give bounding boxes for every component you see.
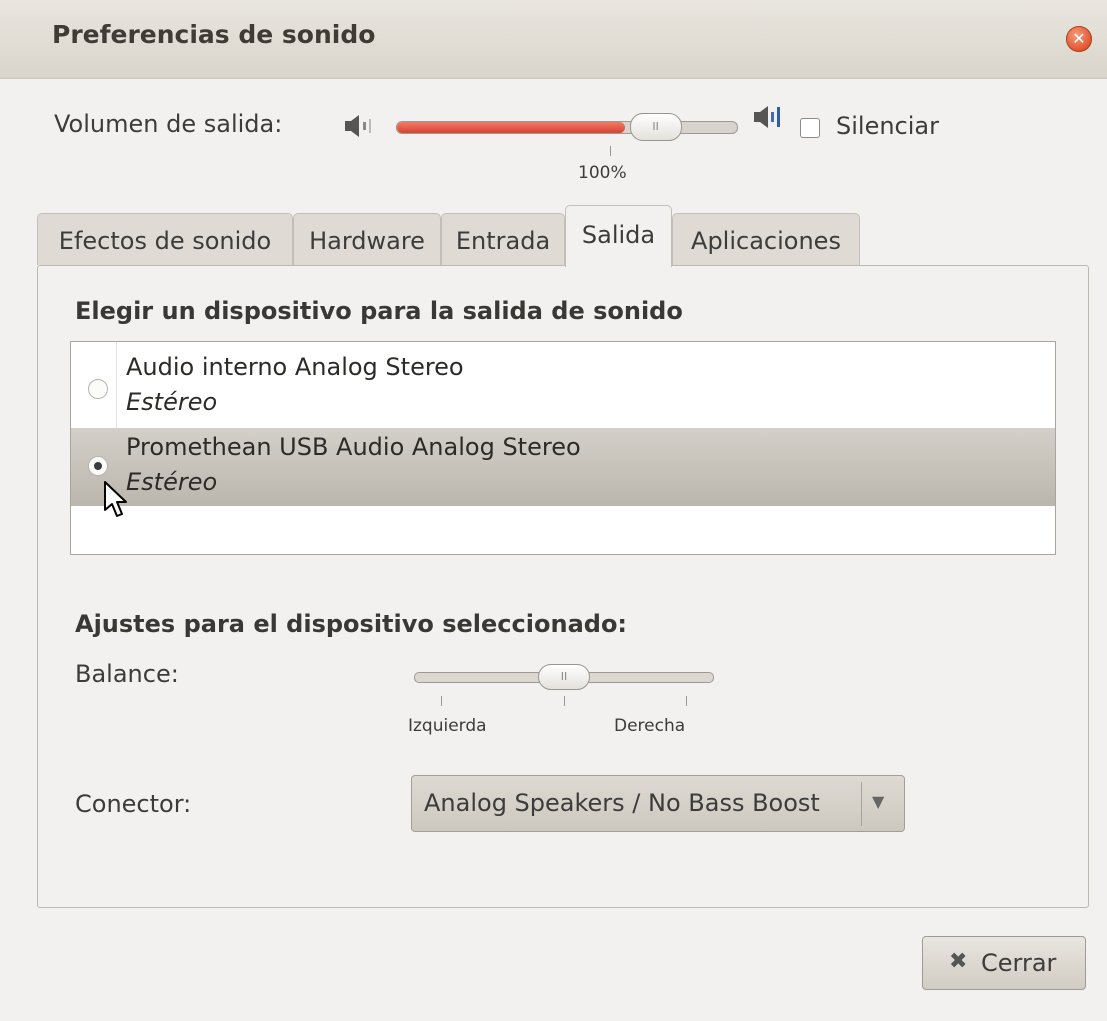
title-bar: Preferencias de sonido ✕	[0, 0, 1107, 79]
close-button[interactable]: ✖ Cerrar	[922, 936, 1086, 990]
device-profile: Estéreo	[126, 388, 218, 416]
volume-slider-fill	[397, 122, 625, 133]
device-radio-selected[interactable]	[88, 456, 108, 476]
tab-salida[interactable]: Salida	[565, 205, 672, 267]
volume-slider[interactable]	[396, 121, 738, 134]
volume-slider-handle[interactable]: II	[629, 113, 682, 141]
device-profile: Estéreo	[126, 468, 218, 496]
output-heading: Elegir un dispositivo para la salida de …	[75, 297, 683, 325]
device-list[interactable]: Audio interno Analog Stereo Estéreo Prom…	[70, 341, 1056, 555]
speaker-low-icon	[345, 115, 371, 137]
balance-right-label: Derecha	[614, 716, 686, 736]
chevron-down-icon[interactable]: ▼	[872, 792, 884, 811]
balance-center-tick	[564, 696, 565, 706]
window-title: Preferencias de sonido	[52, 20, 376, 49]
device-radio[interactable]	[88, 379, 108, 399]
speaker-high-icon	[754, 106, 780, 128]
combo-separator	[861, 782, 862, 826]
mouse-pointer-icon	[104, 481, 127, 517]
connector-select[interactable]: Analog Speakers / No Bass Boost ▼	[411, 775, 905, 832]
list-item-selected[interactable]: Promethean USB Audio Analog Stereo Estér…	[71, 428, 1055, 506]
balance-label: Balance:	[75, 660, 179, 688]
device-name: Audio interno Analog Stereo	[126, 353, 464, 381]
tab-aplicaciones[interactable]: Aplicaciones	[672, 213, 860, 265]
tab-entrada[interactable]: Entrada	[441, 213, 565, 265]
balance-slider-handle[interactable]: II	[538, 664, 590, 690]
connector-label: Conector:	[75, 790, 192, 818]
mute-checkbox[interactable]	[800, 118, 820, 138]
close-button-label: Cerrar	[981, 949, 1057, 977]
volume-mark-label: 100%	[578, 163, 627, 183]
close-icon: ✖	[949, 949, 968, 974]
balance-left-tick	[441, 696, 442, 706]
balance-right-tick	[686, 696, 687, 706]
balance-left-label: Izquierda	[408, 716, 487, 736]
settings-heading: Ajustes para el dispositivo seleccionado…	[75, 610, 628, 638]
device-name: Promethean USB Audio Analog Stereo	[126, 433, 581, 461]
window-close-icon[interactable]: ✕	[1066, 26, 1092, 52]
volume-label: Volumen de salida:	[54, 110, 283, 138]
list-item[interactable]: Audio interno Analog Stereo Estéreo	[71, 350, 1055, 428]
mute-label: Silenciar	[836, 112, 939, 140]
tab-efectos-de-sonido[interactable]: Efectos de sonido	[37, 213, 293, 265]
tab-hardware[interactable]: Hardware	[293, 213, 441, 265]
volume-100-tick	[610, 146, 611, 156]
connector-value: Analog Speakers / No Bass Boost	[424, 789, 820, 817]
